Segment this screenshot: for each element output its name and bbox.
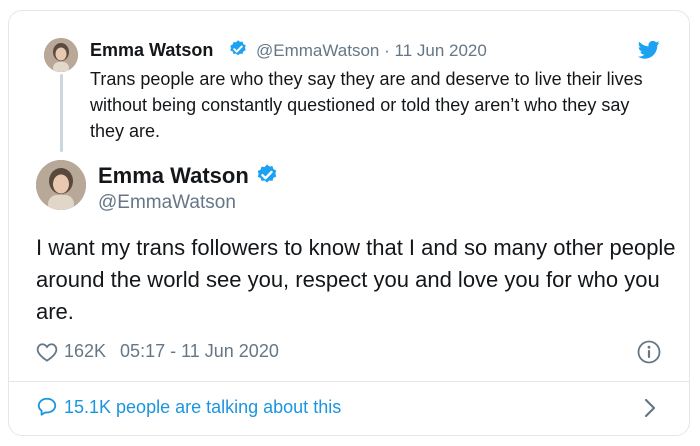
quoted-date[interactable]: 11 Jun 2020: [395, 41, 487, 60]
verified-badge-icon: [255, 163, 279, 192]
quoted-handle-date[interactable]: @EmmaWatson · 11 Jun 2020: [256, 41, 487, 61]
chevron-right-icon[interactable]: [643, 398, 657, 423]
main-avatar[interactable]: [36, 160, 86, 210]
tweet-timestamp[interactable]: 05:17 - 11 Jun 2020: [120, 341, 279, 362]
main-handle[interactable]: @EmmaWatson: [98, 192, 236, 214]
main-display-name[interactable]: Emma Watson: [98, 163, 249, 189]
info-icon[interactable]: [637, 340, 661, 369]
footer-divider: [8, 381, 690, 382]
separator-dot: ·: [384, 41, 390, 60]
quoted-tweet-text: Trans people are who they say they are a…: [90, 69, 643, 141]
quoted-avatar[interactable]: [44, 38, 78, 72]
main-tweet-text: I want my trans followers to know that I…: [36, 235, 676, 324]
heart-icon[interactable]: [36, 342, 58, 362]
twitter-bird-icon[interactable]: [637, 40, 660, 65]
quoted-display-name[interactable]: Emma Watson: [90, 40, 213, 61]
speech-bubble-icon: [36, 396, 58, 418]
like-count[interactable]: 162K: [64, 341, 106, 362]
quoted-handle[interactable]: @EmmaWatson: [256, 41, 379, 60]
tweet-meta: 162K 05:17 - 11 Jun 2020: [36, 341, 279, 362]
talking-about-text[interactable]: 15.1K people are talking about this: [64, 397, 341, 418]
verified-badge-icon: [228, 39, 248, 64]
thread-connector: [60, 74, 63, 152]
conversation-link[interactable]: 15.1K people are talking about this: [36, 396, 341, 418]
